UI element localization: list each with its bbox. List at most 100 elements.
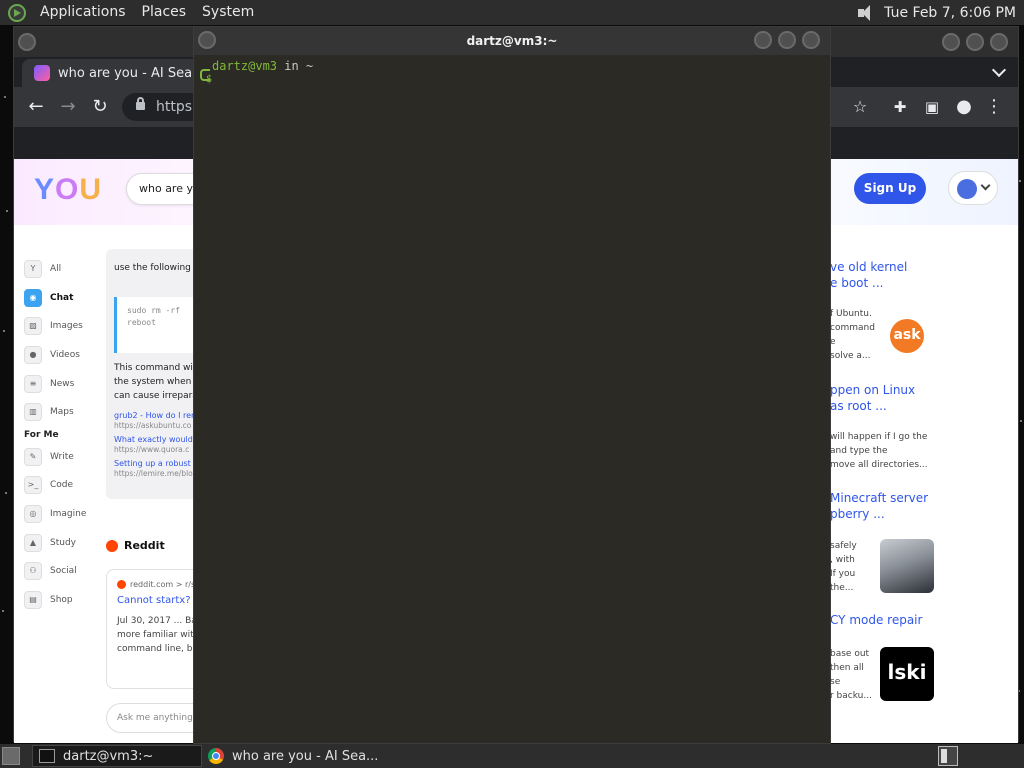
sidebar-item-all[interactable]: Y All <box>24 255 104 284</box>
chat-answer-card: use the following c sudo rm -rf reboot T… <box>106 249 206 499</box>
pen-icon: ✎ <box>24 447 42 466</box>
chat-paragraph-line: This command wil <box>114 363 196 373</box>
sidebar-item-social[interactable]: ⚇ Social <box>24 557 104 586</box>
sidebar-item-images[interactable]: ▨ Images <box>24 312 104 341</box>
taskbar-item-terminal[interactable]: dartz@vm3:~ <box>32 745 202 767</box>
profile-menu-button[interactable] <box>948 171 998 205</box>
result-title-line: CY mode repair <box>830 613 923 627</box>
snippet-line: move all directories... <box>830 460 928 470</box>
result-title[interactable]: CY mode repair <box>830 612 1010 628</box>
snippet-line: more familiar with <box>117 630 200 640</box>
reddit-icon <box>117 580 126 589</box>
extensions-puzzle-icon[interactable]: ✚ <box>888 95 912 119</box>
ask-logo-thumbnail[interactable]: ask <box>890 319 924 353</box>
show-desktop-icon[interactable] <box>2 747 20 765</box>
result-title[interactable]: ve old kernel e boot ... <box>830 259 1010 291</box>
reload-icon[interactable]: ↻ <box>88 95 112 119</box>
tab-search-chevron-icon[interactable] <box>991 62 1007 78</box>
sidebar-item-code[interactable]: >_ Code <box>24 471 104 500</box>
top-panel: Applications Places System Tue Feb 7, 6:… <box>0 0 1024 25</box>
volume-icon[interactable] <box>856 4 876 22</box>
you-icon: Y <box>24 260 42 279</box>
sign-up-button[interactable]: Sign Up <box>854 173 926 204</box>
sidebar-item-label: News <box>50 378 75 389</box>
maximize-button[interactable] <box>778 31 796 49</box>
distro-logo-icon[interactable] <box>8 3 26 22</box>
window-menu-button[interactable] <box>18 33 36 51</box>
sidebar-item-chat[interactable]: ◉ Chat <box>24 284 104 313</box>
address-text: https: <box>156 99 197 115</box>
lski-logo-thumbnail[interactable]: lski <box>880 647 934 701</box>
maximize-button[interactable] <box>966 33 984 51</box>
sidebar-item-maps[interactable]: ▥ Maps <box>24 398 104 427</box>
minimize-button[interactable] <box>754 31 772 49</box>
reddit-heading-text: Reddit <box>124 539 165 552</box>
back-arrow-icon[interactable]: ← <box>24 95 48 119</box>
result-title-line: Minecraft server <box>830 491 929 505</box>
result-title-line: as root ... <box>830 399 887 413</box>
you-favicon-icon <box>34 65 50 81</box>
snippet-line: Jul 30, 2017 ... Ba <box>117 616 197 626</box>
bag-icon: ▤ <box>24 590 42 609</box>
applications-menu[interactable]: Applications <box>32 0 134 25</box>
sidebar-item-label: Shop <box>50 594 73 605</box>
you-logo[interactable]: YOU <box>34 173 102 207</box>
sidebar-item-write[interactable]: ✎ Write <box>24 443 104 472</box>
places-menu[interactable]: Places <box>134 0 195 25</box>
sidebar-item-videos[interactable]: ● Videos <box>24 341 104 370</box>
clock[interactable]: Tue Feb 7, 6:06 PM <box>884 5 1016 21</box>
reddit-icon <box>106 539 118 552</box>
system-menu[interactable]: System <box>194 0 262 25</box>
reddit-source: reddit.com > r/s <box>117 580 205 589</box>
terminal-output[interactable]: dartz@vm3 in ~ $ <box>200 59 313 85</box>
source-link[interactable]: grub2 - How do I rem <box>114 411 200 421</box>
source-link[interactable]: What exactly would h <box>114 435 200 445</box>
reddit-snippet: Jul 30, 2017 ... Ba more familiar with c… <box>117 614 205 656</box>
window-menu-button[interactable] <box>198 31 216 49</box>
sidebar-item-label: Chat <box>50 292 74 303</box>
result-title[interactable]: ppen on Linux as root ... <box>830 382 1010 414</box>
chrome-icon <box>208 748 224 764</box>
source-link[interactable]: Setting up a robust M <box>114 459 200 469</box>
terminal-icon: >_ <box>24 476 42 495</box>
chat-paragraph-line: the system when t <box>114 377 198 387</box>
forward-arrow-icon[interactable]: → <box>56 95 80 119</box>
tab-title: who are you - AI Search <box>58 65 198 81</box>
more-menu-icon[interactable]: ⋮ <box>982 95 1006 119</box>
result-title-line: ve old kernel <box>830 260 908 274</box>
snippet-line: command line, bu <box>117 644 199 654</box>
source-url: https://lemire.me/blo <box>114 469 193 478</box>
video-icon: ● <box>24 346 42 365</box>
bookmark-star-icon[interactable]: ☆ <box>848 95 872 119</box>
terminal-titlebar[interactable]: dartz@vm3:~ <box>194 27 830 55</box>
person-photo-thumbnail[interactable] <box>880 539 934 593</box>
snippet-line: f Ubuntu. <box>830 309 872 319</box>
profile-icon[interactable]: ● <box>952 95 976 119</box>
reddit-result-title[interactable]: Cannot startx? : <box>117 595 205 606</box>
sidebar-item-news[interactable]: ≡ News <box>24 369 104 398</box>
sidebar-item-label: Videos <box>50 350 80 361</box>
minimize-button[interactable] <box>942 33 960 51</box>
sidebar-item-label: Write <box>50 451 74 462</box>
workspace-switcher[interactable] <box>938 746 958 766</box>
lock-icon[interactable] <box>136 97 145 110</box>
reddit-source-text: reddit.com > r/s <box>130 580 196 589</box>
code-block[interactable]: sudo rm -rf reboot <box>114 297 204 353</box>
result-title[interactable]: Minecraft server pberry ... <box>830 490 1010 522</box>
spiral-icon: ◎ <box>24 505 42 524</box>
sidebar-item-study[interactable]: ▲ Study <box>24 528 104 557</box>
sidebar-item-label: Imagine <box>50 509 87 520</box>
close-button[interactable] <box>990 33 1008 51</box>
sidebar-item-imagine[interactable]: ◎ Imagine <box>24 500 104 529</box>
taskbar-item-browser[interactable]: who are you - AI Sea... <box>202 745 402 767</box>
side-panel-icon[interactable]: ▣ <box>920 95 944 119</box>
terminal-icon <box>39 749 55 763</box>
terminal-window[interactable]: dartz@vm3:~ dartz@vm3 in ~ $ <box>193 26 831 744</box>
sidebar-item-label: All <box>50 264 62 275</box>
map-icon: ▥ <box>24 403 42 422</box>
close-button[interactable] <box>802 31 820 49</box>
result-title-line: pberry ... <box>830 507 885 521</box>
tab-you-search[interactable]: who are you - AI Search <box>22 59 208 87</box>
prompt-user-host: dartz@vm3 <box>212 59 278 73</box>
sidebar-item-shop[interactable]: ▤ Shop <box>24 586 104 615</box>
